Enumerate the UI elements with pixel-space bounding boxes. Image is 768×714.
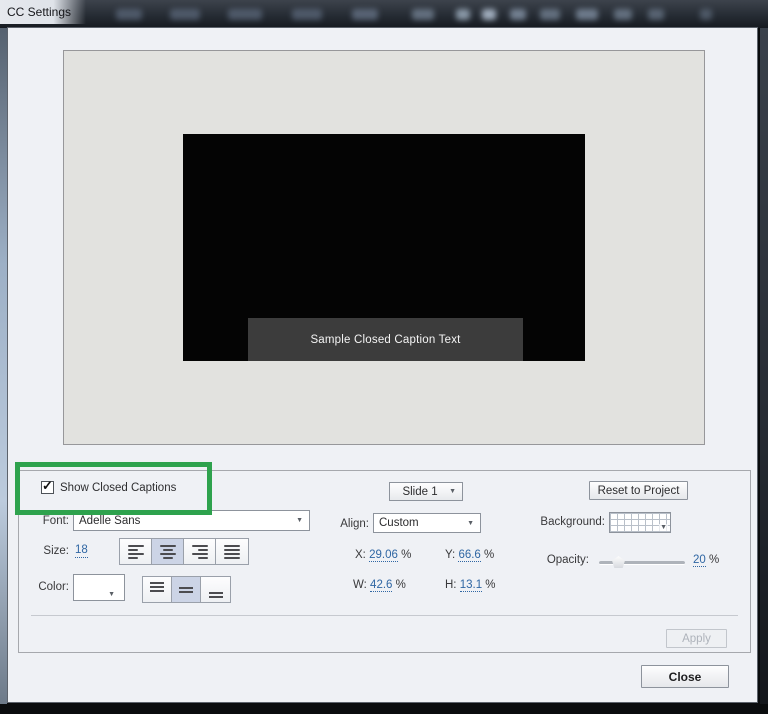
blurred-toolbar-icon [540, 9, 560, 20]
screen: CC Settings Sample Closed Caption Text ✓… [0, 0, 768, 714]
caption-overlay[interactable]: Sample Closed Caption Text [248, 318, 523, 361]
blurred-app-menubar: CC Settings [0, 0, 768, 28]
opacity-label: Opacity: [546, 554, 589, 566]
pos-y-value[interactable]: 66.6 [458, 549, 481, 562]
dropdown-arrow-icon: ▼ [467, 519, 474, 527]
color-swatch-dropdown[interactable]: ▼ [73, 574, 125, 601]
pos-x-unit: % [401, 549, 412, 561]
pos-w-unit: % [395, 579, 406, 591]
opacity-value-wrap: 20 % [693, 554, 719, 567]
align-right-button[interactable] [184, 539, 216, 564]
blurred-toolbar-icon [576, 9, 598, 20]
blurred-background-left-edge [0, 28, 7, 704]
show-closed-captions-checkbox[interactable]: ✓ [41, 478, 54, 494]
opacity-slider-track[interactable] [599, 561, 685, 565]
align-justify-icon [224, 544, 240, 559]
vertical-align-group [142, 576, 231, 603]
align-left-icon [127, 544, 144, 559]
opacity-slider-thumb[interactable] [612, 556, 625, 568]
dropdown-arrow-icon: ▼ [659, 524, 668, 531]
pos-y-unit: % [484, 549, 495, 561]
pos-h-unit: % [485, 579, 496, 591]
caption-preview-area: Sample Closed Caption Text [63, 50, 705, 445]
pos-w-label: W: [353, 579, 367, 591]
window-title-patch: CC Settings [0, 0, 86, 24]
blurred-menu-item [170, 9, 200, 20]
align-justify-button[interactable] [216, 539, 248, 564]
color-label: Color: [38, 581, 69, 593]
blurred-toolbar-icon [614, 9, 632, 20]
font-label: Font: [42, 515, 69, 527]
close-button[interactable]: Close [641, 665, 729, 688]
align-right-icon [191, 544, 208, 559]
align-label: Align: [340, 518, 369, 530]
show-closed-captions-label: Show Closed Captions [60, 481, 177, 494]
pos-x: X: 29.06 % [355, 549, 411, 562]
align-left-button[interactable] [120, 539, 152, 564]
blurred-menu-item [116, 9, 142, 20]
blurred-menu-item [228, 9, 262, 20]
pos-h-value[interactable]: 13.1 [459, 579, 483, 592]
valign-bottom-icon [208, 582, 223, 598]
panel-separator [31, 615, 738, 616]
font-value: Adelle Sans [79, 514, 141, 527]
blurred-toolbar-icon [482, 9, 496, 20]
pos-h-label: H: [445, 579, 457, 591]
align-center-icon [159, 544, 176, 559]
sample-caption-text: Sample Closed Caption Text [310, 333, 461, 346]
blurred-toolbar-icon [510, 9, 526, 20]
blurred-menu-item [352, 9, 378, 20]
size-value[interactable]: 18 [75, 544, 88, 559]
align-value: Custom [379, 517, 419, 529]
background-label: Background: [540, 516, 605, 528]
dropdown-arrow-icon: ▼ [108, 591, 115, 598]
valign-top-icon [150, 581, 164, 598]
blurred-toolbar-icon [456, 9, 470, 20]
cc-settings-dialog: Sample Closed Caption Text ✓ Show Closed… [7, 27, 758, 703]
show-closed-captions-row: ✓ Show Closed Captions [41, 478, 177, 494]
align-dropdown[interactable]: Custom ▼ [373, 513, 481, 533]
blurred-menu-item [412, 9, 434, 20]
pos-x-label: X: [355, 549, 366, 561]
horizontal-align-group [119, 538, 249, 565]
dropdown-arrow-icon: ▼ [296, 517, 303, 524]
background-swatch-dropdown[interactable]: ▼ [609, 512, 671, 533]
valign-bottom-button[interactable] [201, 577, 230, 602]
blurred-menu-item [292, 9, 322, 20]
video-stage: Sample Closed Caption Text [183, 134, 585, 361]
checkmark-icon: ✓ [42, 478, 53, 493]
apply-button[interactable]: Apply [666, 629, 727, 648]
pos-y-label: Y: [445, 549, 456, 561]
reset-to-project-button[interactable]: Reset to Project [589, 481, 688, 500]
pos-x-value[interactable]: 29.06 [369, 549, 398, 562]
pos-w: W: 42.6 % [353, 579, 406, 592]
blurred-background-right-edge [760, 28, 768, 704]
valign-middle-button[interactable] [172, 577, 201, 602]
valign-middle-icon [179, 582, 193, 598]
pos-w-value[interactable]: 42.6 [370, 579, 393, 592]
opacity-slider[interactable] [599, 555, 685, 569]
pos-y: Y: 66.6 % [445, 549, 494, 562]
pos-h: H: 13.1 % [445, 579, 496, 592]
opacity-unit: % [709, 554, 720, 566]
size-label: Size: [43, 545, 69, 557]
dropdown-arrow-icon: ▼ [449, 488, 456, 495]
opacity-value[interactable]: 20 [693, 554, 706, 567]
slide-selector-dropdown[interactable]: Slide 1 ▼ [389, 482, 463, 501]
align-center-button[interactable] [152, 539, 184, 564]
blurred-toolbar-icon [648, 9, 664, 20]
window-title: CC Settings [7, 5, 72, 19]
blurred-toolbar-icon [700, 9, 712, 20]
valign-top-button[interactable] [143, 577, 172, 602]
slide-selector-value: Slide 1 [402, 485, 438, 498]
